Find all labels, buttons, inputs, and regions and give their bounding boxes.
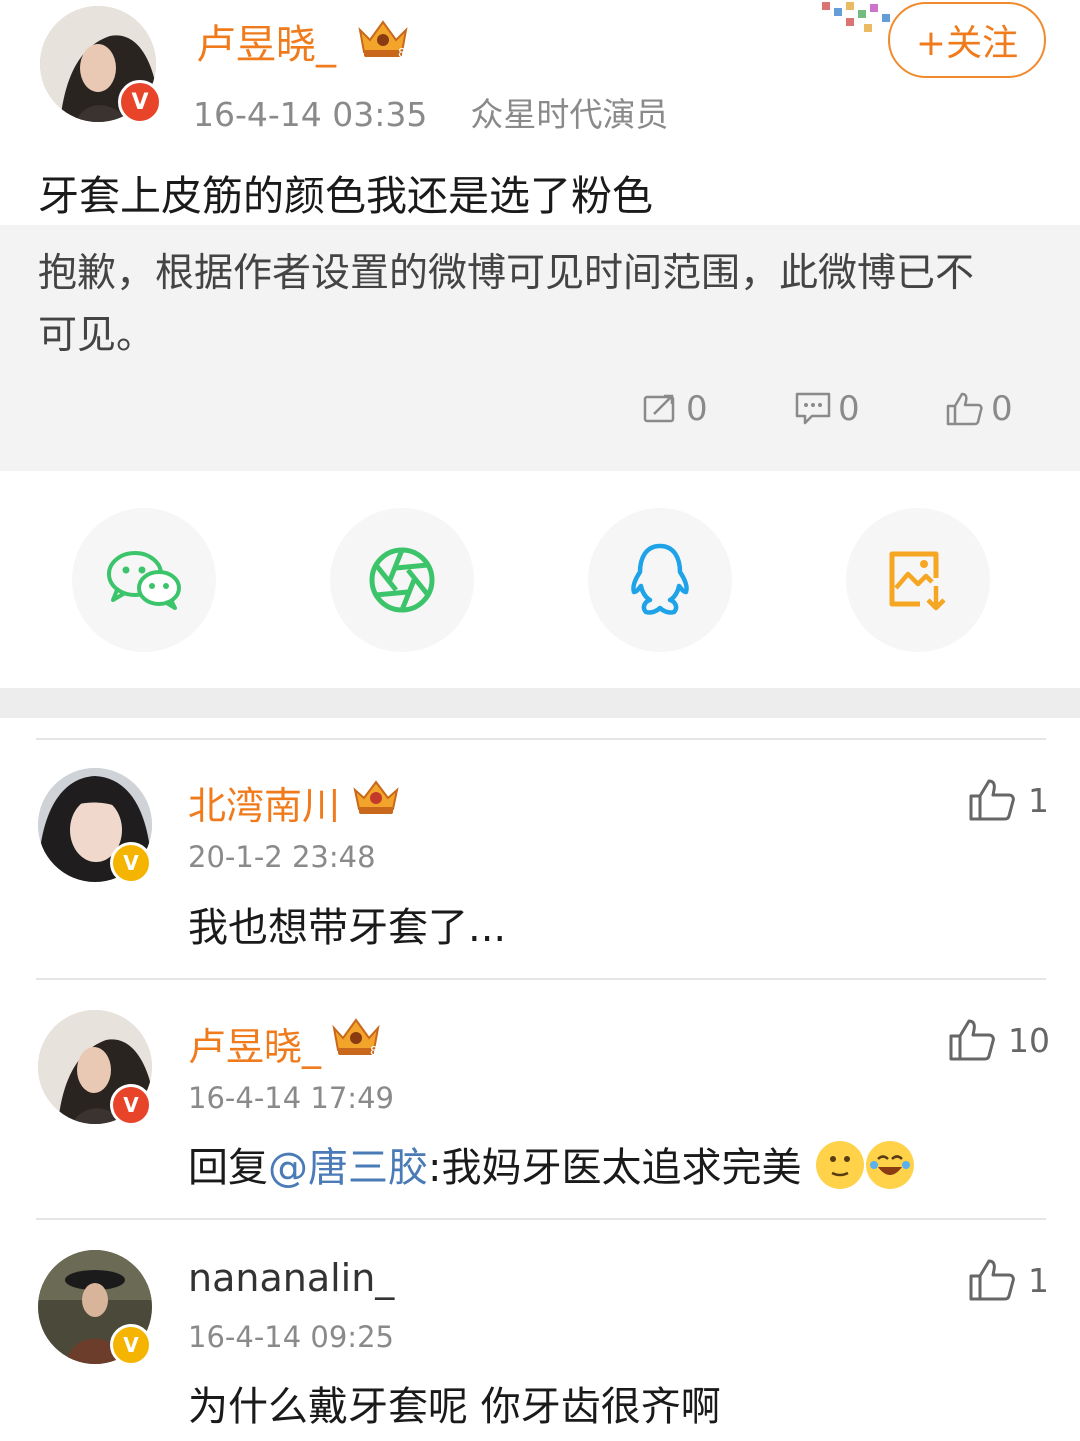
divider-line [36,1218,1046,1220]
verified-badge-icon: V [110,842,152,884]
verified-badge-icon: V [110,1084,152,1126]
crown-icon: 8 [358,20,408,60]
svg-text:8: 8 [398,46,406,60]
share-wechat-button[interactable] [72,508,216,652]
quoted-repost-count[interactable]: 0 [642,389,708,429]
post-text: 牙套上皮筋的颜色我还是选了粉色 [38,172,653,220]
crown-icon [353,780,399,814]
share-moments-button[interactable] [330,508,474,652]
quoted-post-card[interactable]: 抱歉，根据作者设置的微博可见时间范围，此微博已不 可见。 0 0 0 [0,225,1080,471]
quoted-notice-line1: 抱歉，根据作者设置的微博可见时间范围，此微博已不 [38,251,975,296]
comment-icon [795,392,831,425]
repost-icon [643,394,675,423]
wechat-icon [107,551,181,610]
qq-icon [631,543,689,615]
comment-author[interactable]: 北湾南川 [188,775,340,830]
comment-like-button[interactable]: 1 [968,1258,1049,1302]
post-meta: 16-4-14 03:35 众星时代演员 [193,88,668,136]
share-qq-button[interactable] [588,508,732,652]
save-image-icon [889,551,946,611]
mention-link[interactable]: @唐三胶 [268,1145,428,1191]
verified-badge-icon: V [110,1324,152,1366]
divider-line [36,978,1046,980]
thumbs-up-icon [969,779,1015,821]
comment-time: 16-4-14 17:49 [188,1081,394,1115]
comment-text: 回复@唐三胶:我妈牙医太追求完美 [188,1135,915,1193]
thumbs-up-icon [949,1019,995,1061]
comment-author[interactable]: nananalin_ [188,1256,394,1300]
moments-icon [369,547,435,613]
section-divider [0,688,1080,718]
quoted-comment-count[interactable]: 0 [794,389,860,429]
verified-badge-icon: V [118,80,162,124]
comment-like-button[interactable]: 10 [948,1018,1050,1062]
laughing-emoji-icon [866,1141,915,1189]
follow-button[interactable]: +关注 [888,2,1046,78]
post-source: 众星时代演员 [470,95,669,134]
svg-text:8: 8 [370,1044,378,1058]
save-image-button[interactable] [846,508,990,652]
quoted-notice-line2: 可见。 [38,313,156,358]
comment-text: 为什么戴牙套呢 你牙齿很齐啊 [188,1384,721,1430]
quoted-like-count[interactable]: 0 [945,389,1013,429]
post-time: 16-4-14 03:35 [193,95,428,134]
divider-line [36,738,1046,740]
comment-time: 20-1-2 23:48 [188,840,376,874]
comment-text: 我也想带牙套了... [188,905,507,951]
comment-like-button[interactable]: 1 [968,778,1049,822]
crown-icon: 8 [332,1018,380,1058]
thinking-emoji-icon [816,1141,865,1189]
post-author-name[interactable]: 卢昱晓_ [196,12,336,70]
comment-author[interactable]: 卢昱晓_ [188,1016,321,1071]
thumbs-up-icon [969,1259,1015,1301]
thumbs-up-icon [946,392,983,426]
comment-time: 16-4-14 09:25 [188,1320,394,1354]
